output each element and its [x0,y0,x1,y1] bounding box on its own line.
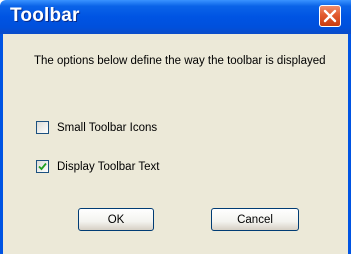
toolbar-dialog: Toolbar The options below define the way… [0,0,351,254]
cancel-button[interactable]: Cancel [211,208,299,231]
small-toolbar-icons-label: Small Toolbar Icons [57,121,158,134]
description-text: The options below define the way the too… [34,55,326,67]
display-toolbar-text-label: Display Toolbar Text [57,160,160,173]
close-button[interactable] [319,5,341,27]
small-toolbar-icons-option[interactable]: Small Toolbar Icons [36,121,157,134]
checkmark-icon [38,162,47,171]
ok-button[interactable]: OK [78,208,154,231]
display-toolbar-text-option[interactable]: Display Toolbar Text [36,160,160,173]
title-bar[interactable]: Toolbar [0,0,351,34]
display-toolbar-text-checkbox[interactable] [36,160,49,173]
small-toolbar-icons-checkbox[interactable] [36,121,49,134]
window-title: Toolbar [10,5,80,26]
close-icon [323,9,337,23]
